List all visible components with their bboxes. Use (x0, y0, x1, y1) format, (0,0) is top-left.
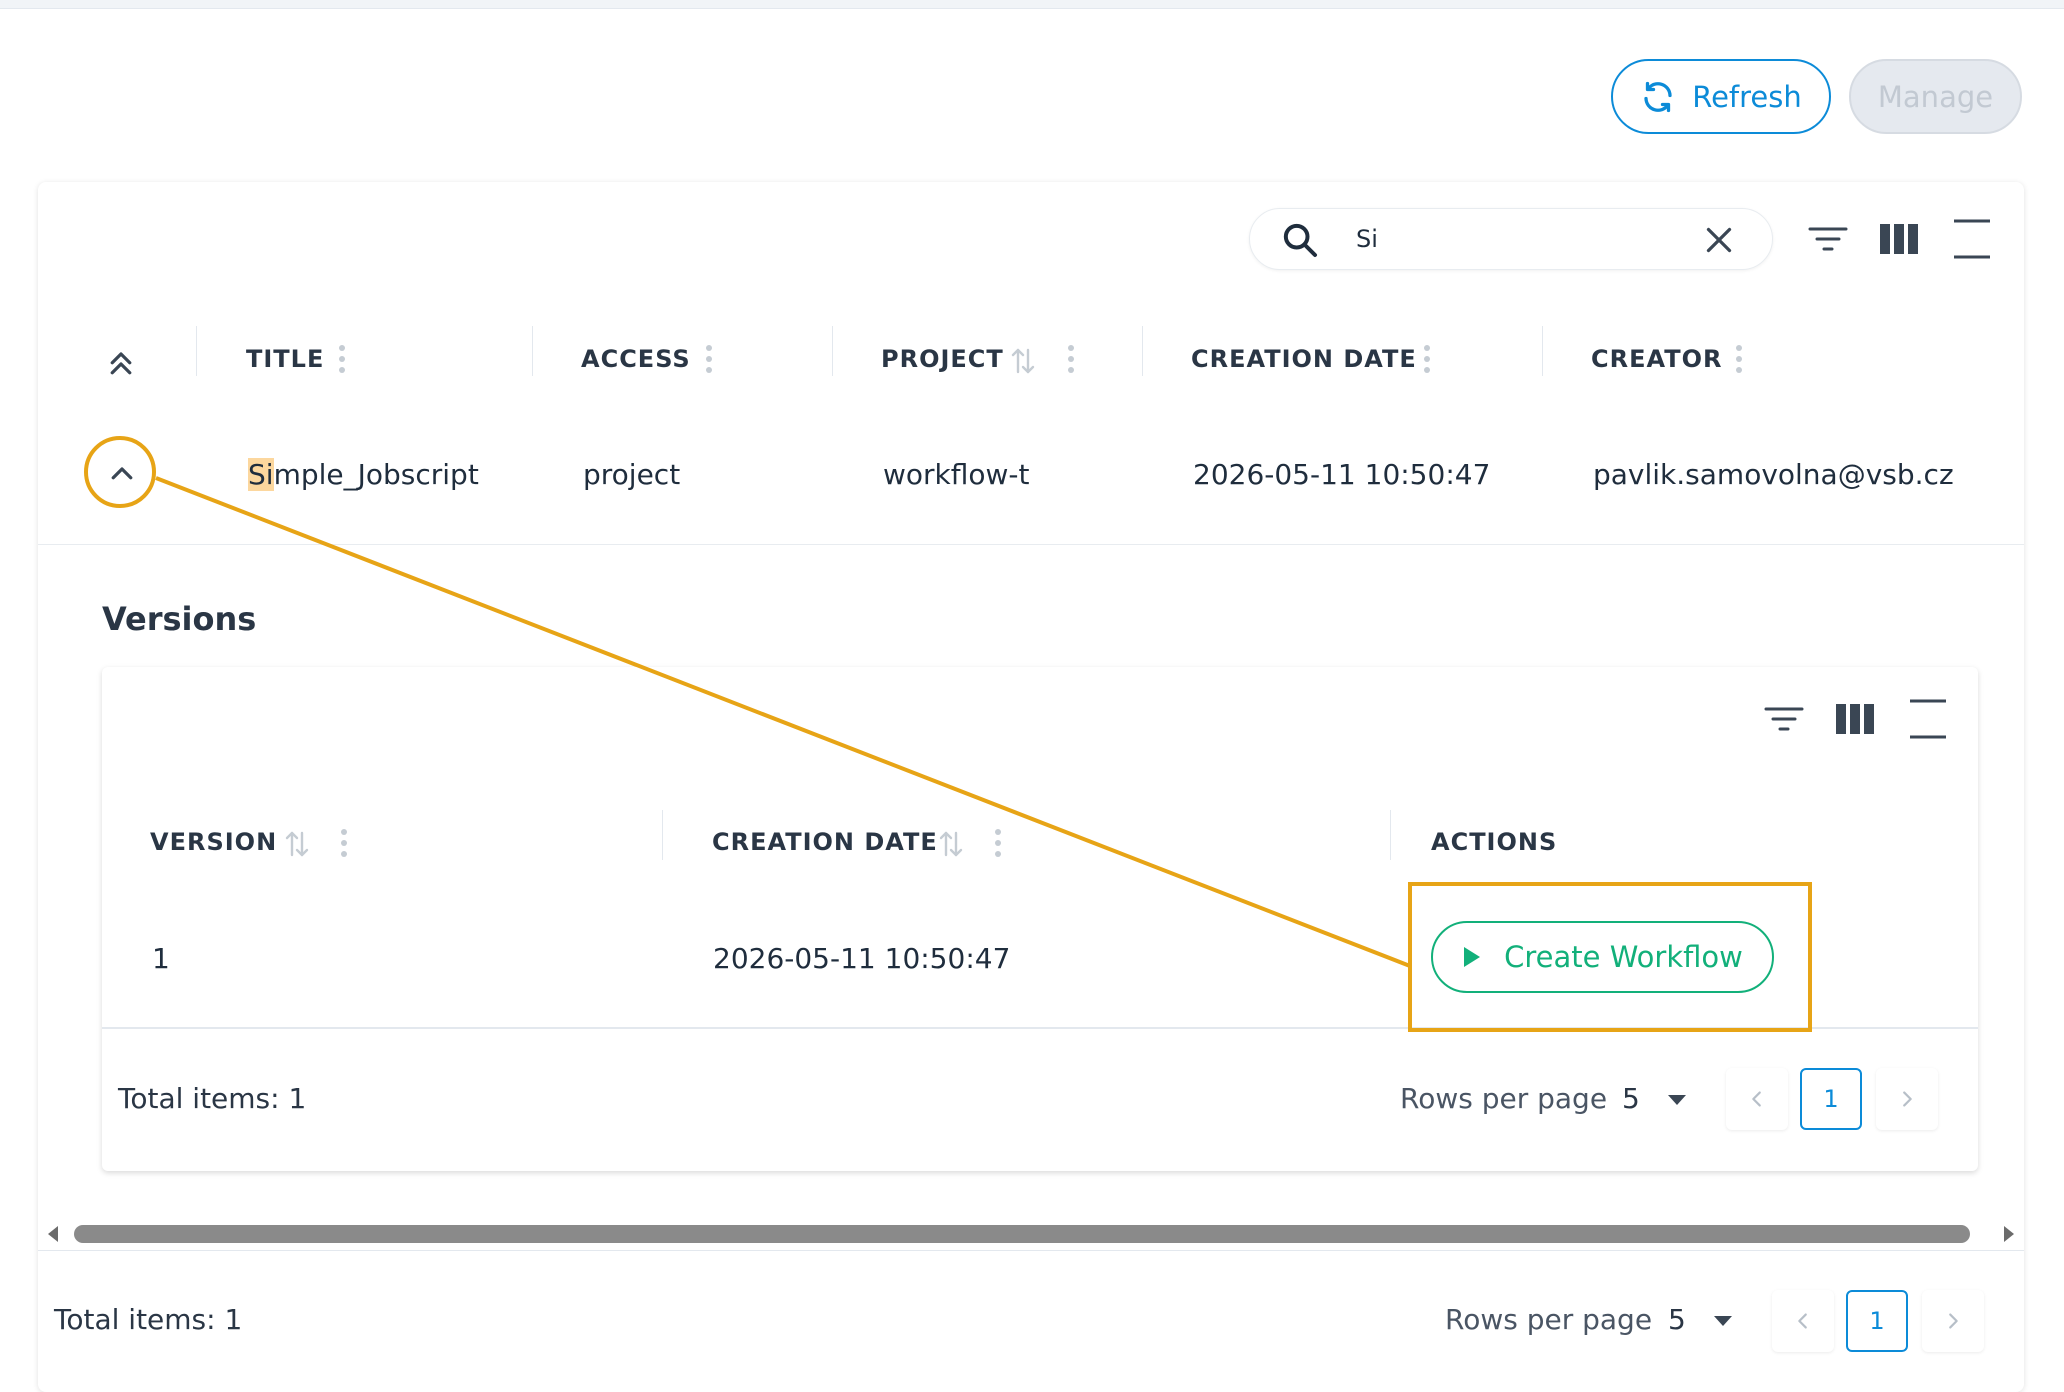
column-separator (1542, 326, 1543, 376)
chevron-left-icon (1752, 1091, 1761, 1107)
columns-icon[interactable] (1836, 704, 1874, 734)
collapse-all-icon[interactable] (106, 348, 136, 380)
column-header-project[interactable]: PROJECT (881, 345, 1004, 373)
column-menu-icon[interactable] (1068, 345, 1074, 378)
column-separator (1390, 810, 1391, 860)
refresh-label: Refresh (1692, 79, 1802, 114)
refresh-icon (1644, 81, 1672, 112)
column-header-creator[interactable]: CREATOR (1591, 345, 1722, 373)
column-header-actions: ACTIONS (1431, 828, 1558, 856)
columns-icon[interactable] (1880, 224, 1918, 254)
cell-creator: pavlik.samovolna@vsb.cz (1593, 458, 1954, 491)
versions-footer-divider (102, 1027, 1978, 1029)
cell-version-creation-date: 2026-05-11 10:50:47 (713, 942, 1011, 975)
density-icon[interactable] (1908, 698, 1948, 740)
column-header-title[interactable]: TITLE (246, 345, 324, 373)
top-bar (0, 0, 2064, 9)
refresh-button[interactable]: Refresh (1611, 59, 1831, 134)
table-footer-divider (38, 1250, 2024, 1251)
chevron-left-icon (1798, 1313, 1807, 1329)
chevron-down-icon[interactable] (1668, 1095, 1686, 1105)
cell-version: 1 (152, 942, 170, 975)
chevron-right-icon (1949, 1313, 1958, 1329)
chevron-down-icon[interactable] (1714, 1316, 1732, 1326)
versions-table-card (102, 667, 1978, 1171)
column-header-version-creation-date[interactable]: CREATION DATE (712, 828, 938, 856)
next-page-button[interactable] (1922, 1290, 1984, 1352)
search-icon (1283, 223, 1317, 257)
rows-per-page-label: Rows per page (1445, 1303, 1653, 1336)
search-bar[interactable]: Si (1249, 208, 1773, 270)
close-icon[interactable] (1701, 222, 1737, 258)
column-separator (532, 326, 533, 376)
cell-title: Simple_Jobscript (248, 458, 479, 491)
play-icon (1464, 947, 1481, 967)
versions-rows-per-page-label: Rows per page (1400, 1082, 1608, 1115)
column-menu-icon[interactable] (1736, 345, 1742, 378)
column-menu-icon[interactable] (1424, 345, 1430, 378)
versions-next-page-button[interactable] (1876, 1068, 1938, 1130)
search-input[interactable]: Si (1356, 225, 1378, 253)
scrollbar-thumb[interactable] (74, 1225, 1970, 1243)
chevron-up-icon (111, 467, 133, 480)
column-header-creation-date[interactable]: CREATION DATE (1191, 345, 1417, 373)
manage-button[interactable]: Manage (1849, 59, 2022, 134)
sort-icon[interactable] (1010, 346, 1036, 376)
sort-icon[interactable] (284, 829, 310, 859)
filter-icon[interactable] (1808, 224, 1848, 256)
total-items: Total items: 1 (54, 1303, 243, 1336)
cell-creation-date: 2026-05-11 10:50:47 (1193, 458, 1491, 491)
prev-page-button[interactable] (1772, 1290, 1834, 1352)
sort-icon[interactable] (938, 829, 964, 859)
versions-page-number[interactable]: 1 (1800, 1068, 1862, 1130)
cell-access: project (583, 458, 681, 491)
column-separator (1142, 326, 1143, 376)
chevron-right-icon (1903, 1091, 1912, 1107)
versions-total-items: Total items: 1 (118, 1082, 307, 1115)
versions-title: Versions (102, 600, 257, 638)
scroll-left-arrow-icon[interactable] (48, 1226, 58, 1242)
row-expand-button[interactable] (86, 438, 158, 510)
page-number[interactable]: 1 (1846, 1290, 1908, 1352)
column-menu-icon[interactable] (706, 345, 712, 378)
title-text: mple_Jobscript (273, 458, 479, 491)
column-menu-icon[interactable] (341, 829, 347, 862)
versions-prev-page-button[interactable] (1726, 1068, 1788, 1130)
column-separator (196, 326, 197, 376)
filter-icon[interactable] (1764, 704, 1804, 736)
column-separator (832, 326, 833, 376)
search-highlight: Si (248, 458, 274, 491)
create-workflow-label: Create Workflow (1504, 940, 1743, 974)
cell-project: workflow-t (883, 458, 1030, 491)
row-divider (38, 544, 2024, 545)
column-menu-icon[interactable] (339, 345, 345, 378)
rows-per-page-select[interactable]: 5 (1668, 1303, 1686, 1336)
versions-rows-per-page-select[interactable]: 5 (1622, 1082, 1640, 1115)
column-header-version[interactable]: VERSION (150, 828, 277, 856)
column-menu-icon[interactable] (995, 829, 1001, 862)
density-icon[interactable] (1952, 218, 1992, 260)
create-workflow-button[interactable]: Create Workflow (1431, 921, 1774, 993)
scroll-right-arrow-icon[interactable] (2004, 1226, 2014, 1242)
column-header-access[interactable]: ACCESS (581, 345, 691, 373)
column-separator (662, 810, 663, 860)
manage-label: Manage (1877, 79, 1994, 114)
